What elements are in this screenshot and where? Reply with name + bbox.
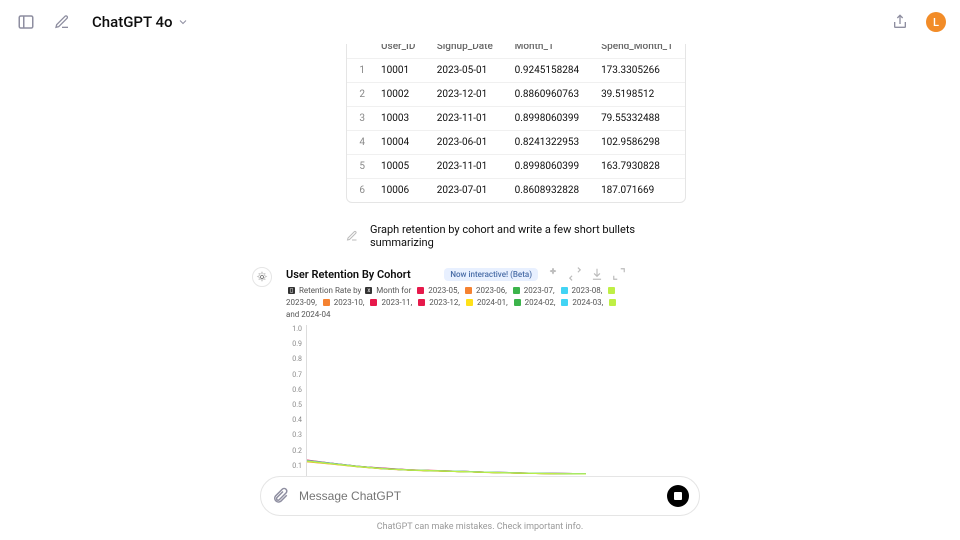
table-row[interactable]: 1100012023-05-010.9245158284173.3305266 — [347, 59, 685, 83]
message-input[interactable] — [299, 489, 657, 503]
data-table[interactable]: User_IDSignup_DateMonth_1Spend_Month_1 1… — [346, 44, 686, 203]
table-row[interactable]: 6100062023-07-010.8608932828187.071669 — [347, 179, 685, 203]
conversation-area: User_IDSignup_DateMonth_1Spend_Month_1 1… — [0, 44, 960, 504]
user-prompt-text: Graph retention by cohort and write a fe… — [370, 223, 686, 249]
user-message: Graph retention by cohort and write a fe… — [346, 223, 686, 249]
top-bar: ChatGPT 4o L — [0, 0, 960, 44]
chevron-down-icon — [177, 16, 189, 28]
topbar-right: L — [888, 10, 946, 34]
download-icon[interactable] — [590, 267, 604, 281]
expand-icon[interactable] — [612, 267, 626, 281]
chart-title: User Retention By Cohort — [286, 268, 411, 281]
table-header: User_ID — [371, 44, 427, 59]
composer-area: ChatGPT can make mistakes. Check importa… — [0, 476, 960, 532]
table-header — [347, 44, 371, 59]
table-header: Signup_Date — [427, 44, 505, 59]
chart-legend: ▯ Retention Rate by x Month for 2023-05,… — [286, 285, 626, 321]
model-switcher[interactable]: ChatGPT 4o — [86, 9, 195, 35]
table-row[interactable]: 4100042023-06-010.8241322953102.9586298 — [347, 131, 685, 155]
table-header: Spend_Month_1 — [591, 44, 685, 59]
gpt-logo-icon — [252, 267, 272, 287]
new-chat-icon[interactable] — [50, 10, 74, 34]
table-row[interactable]: 2100022023-12-010.886096076339.5198512 — [347, 83, 685, 107]
chart-plot[interactable]: 1.00.90.80.70.60.50.40.30.20.10.0 123456… — [302, 325, 602, 493]
table-header: Month_1 — [505, 44, 591, 59]
message-composer[interactable] — [260, 476, 700, 516]
table-row[interactable]: 5100052023-11-010.8998060399163.7930828 — [347, 155, 685, 179]
toggle-icon[interactable] — [568, 267, 582, 281]
stop-button[interactable] — [667, 485, 689, 507]
assistant-message: User Retention By Cohort Now interactive… — [286, 267, 626, 504]
sparkle-icon[interactable] — [546, 267, 560, 281]
edit-icon[interactable] — [346, 227, 358, 246]
table-row[interactable]: 3100032023-11-010.899806039979.55332488 — [347, 107, 685, 131]
topbar-left: ChatGPT 4o — [14, 9, 195, 35]
y-axis: 1.00.90.80.70.60.50.40.30.20.10.0 — [288, 325, 302, 485]
share-icon[interactable] — [888, 10, 912, 34]
model-label: ChatGPT 4o — [92, 13, 173, 31]
plot-area — [306, 325, 586, 485]
sidebar-toggle-icon[interactable] — [14, 10, 38, 34]
response-header: User Retention By Cohort Now interactive… — [286, 267, 626, 281]
attach-icon[interactable] — [271, 487, 289, 505]
avatar[interactable]: L — [926, 12, 946, 32]
footer-note: ChatGPT can make mistakes. Check importa… — [0, 522, 960, 532]
interactive-badge[interactable]: Now interactive! (Beta) — [444, 268, 538, 281]
